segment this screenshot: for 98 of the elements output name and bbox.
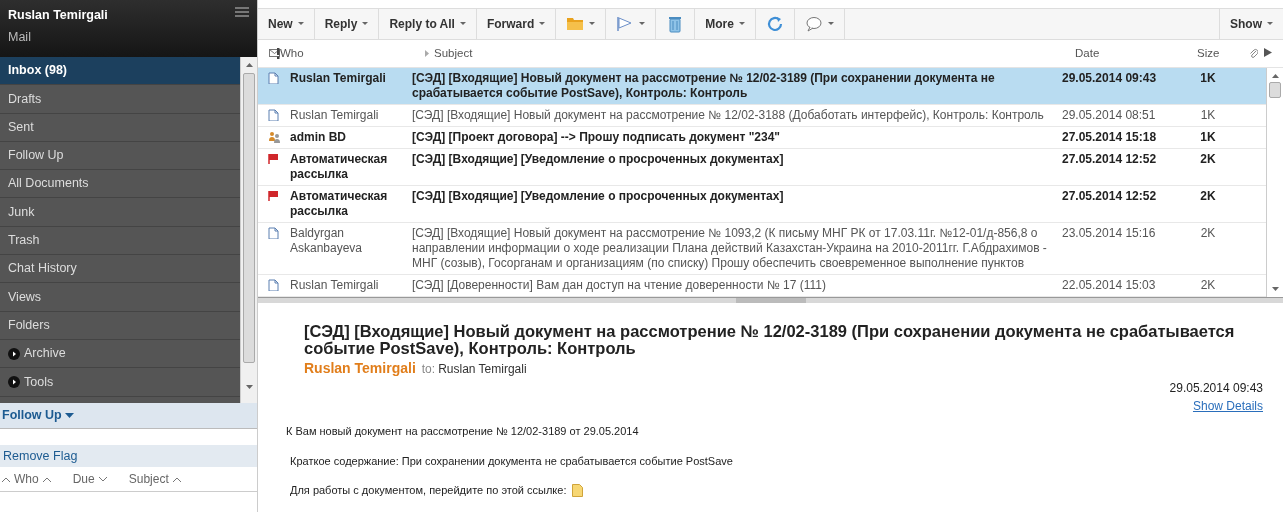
message-row[interactable]: Автоматическая рассылка [СЭД] [Входящие] [Уведомление о просроченных документах] 27.05.2014 12:52 2K xyxy=(258,148,1266,186)
importance-icon xyxy=(276,47,280,59)
message-size: 2K xyxy=(1200,277,1216,292)
expand-icon xyxy=(8,375,20,388)
message-subject: [СЭД] [Входящие] [Уведомление о просроченных документах] xyxy=(412,188,784,203)
flag-icon xyxy=(1264,48,1272,59)
message-subject: [СЭД] [Входящие] Новый документ на рассмотрение № 12/02-3189 (При сохранении документа не срабатывается событие PostSave), Контроль: Контроль xyxy=(412,70,995,100)
expand-icon xyxy=(8,347,20,360)
user-name: Ruslan Temirgali xyxy=(8,7,108,24)
column-header[interactable]: Subject xyxy=(434,44,473,62)
document-link-icon[interactable] xyxy=(572,484,584,498)
caret-icon xyxy=(589,22,596,26)
chat-icon xyxy=(804,14,823,33)
toolbar-button[interactable]: Reply xyxy=(314,9,380,39)
message-date: 23.05.2014 15:16 xyxy=(1062,225,1156,240)
body-text: К Вам новый документ на рассмотрение № 12/02-3189 от 29.05.2014 xyxy=(286,424,640,440)
message-subject: [СЭД] [Входящие] Новый документ на рассмотрение № 1093,2 (К письму МНГ РК от 17.03.11г. №12-01/д-856,8 о направлении информации о ходе реализации Плана действий Казахстан-Украина на 2010-2011гг. Г.Абдрахимов - МНГ (созыв), Госорганам и организациям (по списку) Прошу обеспечить своевременное выполнение пунктов xyxy=(412,225,1047,270)
column-header[interactable]: Who xyxy=(280,44,304,62)
collapse-icon[interactable] xyxy=(2,476,10,482)
flag-icon xyxy=(268,152,280,165)
message-size: 1K xyxy=(1200,70,1216,85)
message-date: 27.05.2014 15:18 xyxy=(1062,129,1157,144)
menu-icon[interactable] xyxy=(235,6,249,18)
message-subject: [СЭД] [Входящие] [Уведомление о просроченных документах] xyxy=(412,151,784,166)
show-details-link[interactable]: Show Details xyxy=(1192,399,1263,414)
scrollbar[interactable] xyxy=(240,57,257,403)
sender-name: Ruslan Temirgali xyxy=(290,70,386,85)
scroll-up-icon[interactable] xyxy=(245,63,253,67)
scrollbar[interactable] xyxy=(1266,67,1283,297)
app-title: Mail xyxy=(8,28,31,46)
message-subject: [СЭД] [Доверенности] Вам дан доступ на чтение доверенности № 17 (111) xyxy=(412,277,827,292)
panel-header[interactable]: Follow Up xyxy=(0,403,257,429)
document-icon xyxy=(268,226,280,239)
people-icon xyxy=(268,130,280,143)
message-size: 2K xyxy=(1200,225,1216,240)
message-subject: [СЭД] [Проект договора] --> Прошу подписать документ "234" xyxy=(412,129,781,144)
envelope-icon xyxy=(268,49,280,58)
message-row[interactable]: Ruslan Temirgali [СЭД] [Входящие] Новый документ на рассмотрение № 12/02-3189 (При сохранении документа не срабатывается событие PostSave), Контроль: Контроль 29.05.2014 09:43 1K xyxy=(258,67,1266,105)
toolbar-button[interactable]: Reply to All xyxy=(379,9,477,39)
column-header[interactable]: Subject xyxy=(128,470,169,488)
nav-item[interactable]: Inbox (98) xyxy=(0,57,240,86)
scrollbar-thumb[interactable] xyxy=(243,73,255,363)
caret-icon xyxy=(459,22,466,26)
message-date: 22.05.2014 15:03 xyxy=(1062,277,1156,292)
sender-name: Ruslan Temirgali xyxy=(290,107,379,122)
caret-icon xyxy=(1267,22,1273,26)
document-icon xyxy=(268,108,280,121)
sender-name: admin BD xyxy=(290,129,346,144)
message-row[interactable]: Ruslan Temirgali [СЭД] [Доверенности] Вам дан доступ на чтение доверенности № 17 (111) 22.05.2014 15:03 2K xyxy=(258,274,1266,297)
sender-name: Автоматическая рассылка xyxy=(290,151,388,181)
body-text: Для работы с документом, перейдите по этой ссылке: xyxy=(290,483,567,499)
message-size: 2K xyxy=(1200,188,1216,203)
message-date: 27.05.2014 12:52 xyxy=(1062,188,1157,203)
message-date: 29.05.2014 09:43 xyxy=(1062,70,1157,85)
caret-icon xyxy=(539,22,546,26)
toolbar-button[interactable]: Forward xyxy=(476,9,557,39)
document-icon xyxy=(268,71,280,84)
sender-name: Автоматическая рассылка xyxy=(290,188,388,218)
caret-icon xyxy=(639,22,646,26)
scroll-down-icon[interactable] xyxy=(245,385,253,389)
remove-flag-button[interactable]: Remove Flag xyxy=(0,445,257,467)
scrollbar-thumb[interactable] xyxy=(1269,81,1281,98)
column-header[interactable]: Who xyxy=(14,470,39,488)
caret-icon xyxy=(64,413,74,418)
message-subject: [СЭД] [Входящие] Новый документ на рассмотрение № 12/02-3188 (Добаботать интерфейс), Контроль: Контроль xyxy=(412,107,1044,122)
message-size: 1K xyxy=(1200,107,1216,122)
scroll-up-icon[interactable] xyxy=(1271,73,1279,78)
flag-icon xyxy=(268,189,280,202)
message-date: 27.05.2014 12:52 xyxy=(1062,151,1157,166)
body-text: Краткое содержание: При сохранении документа не срабатывается событие PostSave xyxy=(290,454,734,469)
toolbar-button[interactable]: More xyxy=(695,9,756,39)
caret-icon xyxy=(362,22,369,26)
column-header[interactable]: Size xyxy=(1197,46,1220,59)
message-date: 29.05.2014 08:51 xyxy=(1062,107,1156,122)
to-label: to: xyxy=(421,362,436,377)
column-header[interactable]: Date xyxy=(1075,46,1100,59)
message-date: 29.05.2014 09:43 xyxy=(1169,380,1263,398)
caret-icon xyxy=(297,22,304,26)
sender-name: Ruslan Temirgali xyxy=(290,277,379,292)
sort-icon xyxy=(425,49,429,57)
recipient-name: Ruslan Temirgali xyxy=(438,362,527,377)
paperclip-icon xyxy=(1249,48,1258,59)
caret-icon xyxy=(827,22,834,26)
message-row[interactable]: admin BD [СЭД] [Проект договора] --> Прошу подписать документ "234" 27.05.2014 15:18 1K xyxy=(258,126,1266,149)
splitter-handle[interactable] xyxy=(258,297,1283,304)
message-size: 2K xyxy=(1200,151,1216,166)
scroll-down-icon[interactable] xyxy=(1271,286,1279,291)
refresh-icon xyxy=(765,14,784,33)
toolbar-button[interactable]: New xyxy=(258,9,315,39)
column-header[interactable]: Due xyxy=(72,470,95,488)
document-icon xyxy=(268,278,280,291)
sender-name: Baldyrgan Askanbayeva xyxy=(290,225,363,255)
message-size: 1K xyxy=(1200,129,1216,144)
message-row[interactable]: Автоматическая рассылка [СЭД] [Входящие] [Уведомление о просроченных документах] 27.05.2014 12:52 2K xyxy=(258,185,1266,223)
message-title: [СЭД] [Входящие] Новый документ на рассмотрение № 12/02-3189 (При сохранении документа не срабатывается событие PostSave), Контроль: Контроль xyxy=(304,323,1236,358)
caret-icon xyxy=(738,22,745,26)
show-button[interactable]: Show xyxy=(1219,9,1283,39)
message-row[interactable]: Ruslan Temirgali [СЭД] [Входящие] Новый документ на рассмотрение № 12/02-3188 (Добаботать интерфейс), Контроль: Контроль 29.05.2014 08:51 1K xyxy=(258,104,1266,127)
